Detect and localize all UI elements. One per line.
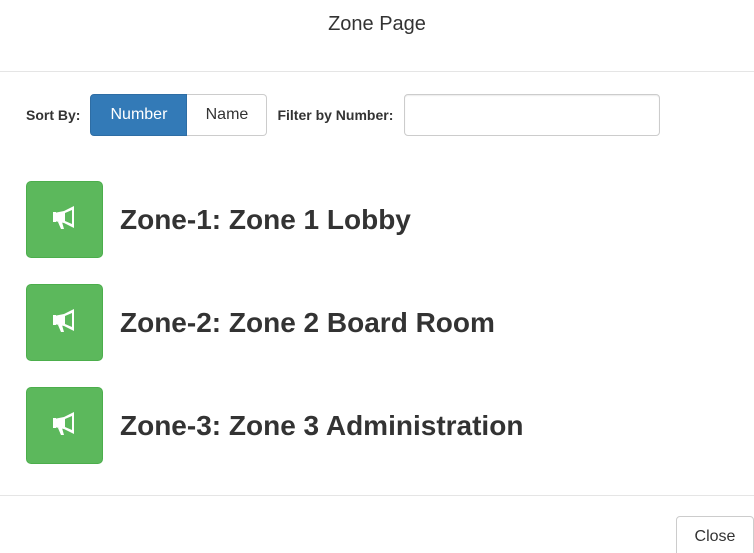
sort-label: Sort By:: [26, 107, 81, 123]
modal-title: Zone Page: [328, 13, 426, 35]
zone-item[interactable]: Zone-1: Zone 1 Lobby: [26, 181, 523, 258]
close-button[interactable]: Close: [676, 516, 754, 553]
zone-item[interactable]: Zone-2: Zone 2 Board Room: [26, 284, 523, 361]
megaphone-icon: [50, 305, 80, 340]
controls-bar: Sort By: Number Name Filter by Number:: [26, 94, 661, 136]
zone-modal: Zone Page Sort By: Number Name Filter by…: [0, 0, 754, 553]
zone-label: Zone-2: Zone 2 Board Room: [120, 306, 495, 338]
modal-footer: Close: [0, 495, 754, 553]
sort-by-name-button[interactable]: Name: [187, 94, 268, 136]
megaphone-icon: [50, 202, 80, 237]
sort-by-number-button[interactable]: Number: [90, 94, 188, 136]
modal-header: Zone Page: [0, 0, 754, 72]
filter-number-input[interactable]: [404, 94, 661, 136]
zone-page-button[interactable]: [26, 284, 103, 361]
zone-page-button[interactable]: [26, 387, 103, 464]
filter-label: Filter by Number:: [277, 107, 394, 123]
sort-button-group: Number Name: [90, 94, 268, 136]
zone-label: Zone-3: Zone 3 Administration: [120, 409, 524, 441]
zone-label: Zone-1: Zone 1 Lobby: [120, 203, 411, 235]
zone-page-button[interactable]: [26, 181, 103, 258]
zone-item[interactable]: Zone-3: Zone 3 Administration: [26, 387, 523, 464]
megaphone-icon: [50, 408, 80, 443]
zone-list: Zone-1: Zone 1 Lobby Zone-2: Zone 2 Boar…: [26, 181, 523, 490]
